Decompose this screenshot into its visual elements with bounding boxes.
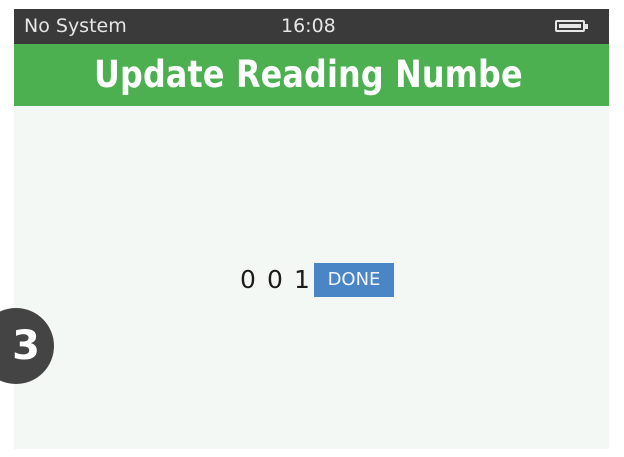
- digit-2[interactable]: 0: [267, 263, 283, 297]
- battery-level: [559, 24, 581, 28]
- page-title: Update Reading Numbe: [94, 53, 523, 96]
- title-bar: Update Reading Numbe: [14, 44, 609, 106]
- device-screen: No System 16:08 Update Reading Numbe 0 0…: [14, 9, 609, 449]
- done-button[interactable]: DONE: [314, 263, 394, 297]
- clock: 16:08: [281, 15, 336, 37]
- battery-full-icon: [555, 20, 585, 32]
- digit-3[interactable]: 1: [294, 263, 310, 297]
- battery-tip: [585, 24, 588, 29]
- status-bar: No System 16:08: [14, 9, 609, 44]
- system-status: No System: [24, 15, 127, 37]
- digit-1[interactable]: 0: [240, 263, 256, 297]
